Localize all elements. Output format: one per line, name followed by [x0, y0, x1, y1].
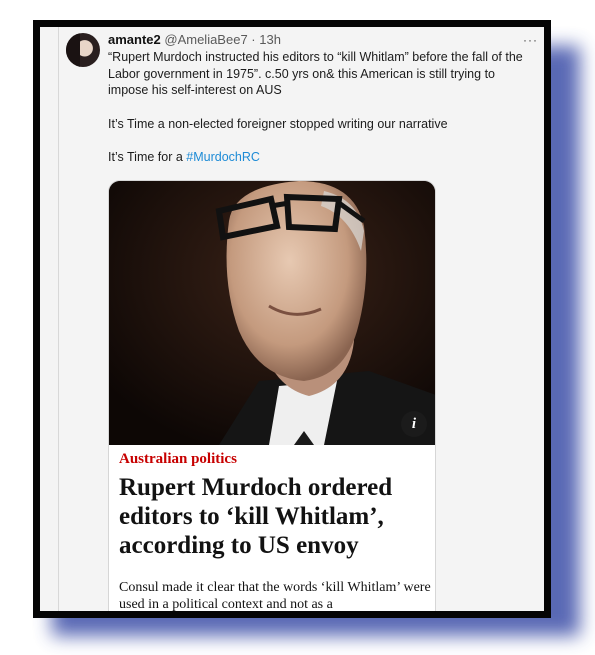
tweet-line-3: It’s Time for a #MurdochRC	[108, 149, 536, 166]
tweet-screen: amante2 @AmeliaBee7 · 13h ··· “Rupert Mu…	[40, 27, 544, 611]
more-options-icon[interactable]: ···	[523, 33, 538, 47]
link-card[interactable]: i Australian politics Rupert Murdoch ord…	[108, 180, 436, 611]
tweet-line-1: “Rupert Murdoch instructed his editors t…	[108, 50, 523, 97]
display-name[interactable]: amante2	[108, 32, 161, 47]
separator-dot: ·	[251, 32, 256, 47]
tweet-time[interactable]: 13h	[259, 32, 281, 47]
tweet-header: amante2 @AmeliaBee7 · 13h	[108, 32, 281, 47]
hashtag-link[interactable]: #MurdochRC	[186, 150, 260, 164]
portrait-illustration	[109, 181, 435, 445]
tweet-line-2: It’s Time a non-elected foreigner stoppe…	[108, 116, 448, 131]
avatar[interactable]	[66, 33, 100, 67]
user-handle[interactable]: @AmeliaBee7	[164, 32, 247, 47]
article-headline[interactable]: Rupert Murdoch ordered editors to ‘kill …	[119, 473, 429, 560]
info-icon[interactable]: i	[401, 411, 427, 437]
tweet-line-3-text: It’s Time for a	[108, 150, 187, 164]
tweet-text: “Rupert Murdoch instructed his editors t…	[108, 49, 536, 166]
article-kicker: Australian politics	[119, 451, 237, 467]
article-standfirst: Consul made it clear that the words ‘kil…	[119, 580, 431, 611]
article-photo: i	[109, 181, 435, 445]
thread-line	[58, 27, 59, 611]
avatar-hair	[66, 33, 80, 67]
